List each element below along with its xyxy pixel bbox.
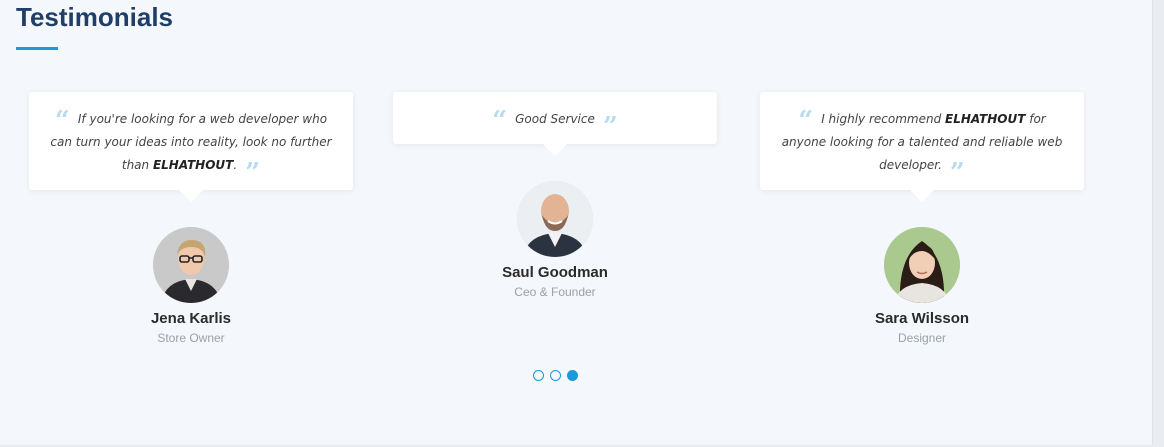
testimonial-bubble: “I highly recommend ELHATHOUT for anyone… <box>760 92 1084 202</box>
person-name: Sara Wilsson <box>874 310 970 327</box>
quote-open-icon: “ <box>798 106 814 136</box>
person-role: Designer <box>897 331 947 345</box>
avatar <box>153 227 229 303</box>
quote-text-end: . <box>233 158 238 172</box>
testimonial-card: “I highly recommend ELHATHOUT for anyone… <box>760 92 1084 202</box>
quote-text: Good Service <box>515 112 595 126</box>
person-name: Saul Goodman <box>502 264 608 281</box>
quote-close-icon: ” <box>245 158 261 188</box>
carousel-dot-2[interactable] <box>550 370 561 381</box>
person-role: Store Owner <box>157 331 225 345</box>
testimonial-bubble: “ Good Service ” <box>393 92 717 156</box>
testimonial-card: “If you're looking for a web developer w… <box>29 92 353 202</box>
quote-brand: ELHATHOUT <box>152 158 234 172</box>
avatar <box>884 227 960 303</box>
carousel-dot-1[interactable] <box>533 370 544 381</box>
avatar <box>517 181 593 257</box>
person-name: Jena Karlis <box>150 310 232 327</box>
carousel-pagination <box>533 370 578 381</box>
title-underline <box>16 47 58 50</box>
scrollbar-track[interactable] <box>1152 0 1164 447</box>
quote-open-icon: “ <box>492 106 508 136</box>
carousel-dot-3[interactable] <box>567 370 578 381</box>
testimonial-card: “ Good Service ” <box>393 92 717 156</box>
quote-brand: ELHATHOUT <box>945 112 1026 126</box>
quote-open-icon: “ <box>54 106 70 136</box>
section-title: Testimonials <box>16 2 174 32</box>
quote-text: I highly recommend <box>821 112 946 126</box>
quote-close-icon: ” <box>602 112 618 142</box>
person-role: Ceo & Founder <box>514 285 596 299</box>
quote-close-icon: ” <box>949 158 965 188</box>
testimonial-bubble: “If you're looking for a web developer w… <box>29 92 353 202</box>
